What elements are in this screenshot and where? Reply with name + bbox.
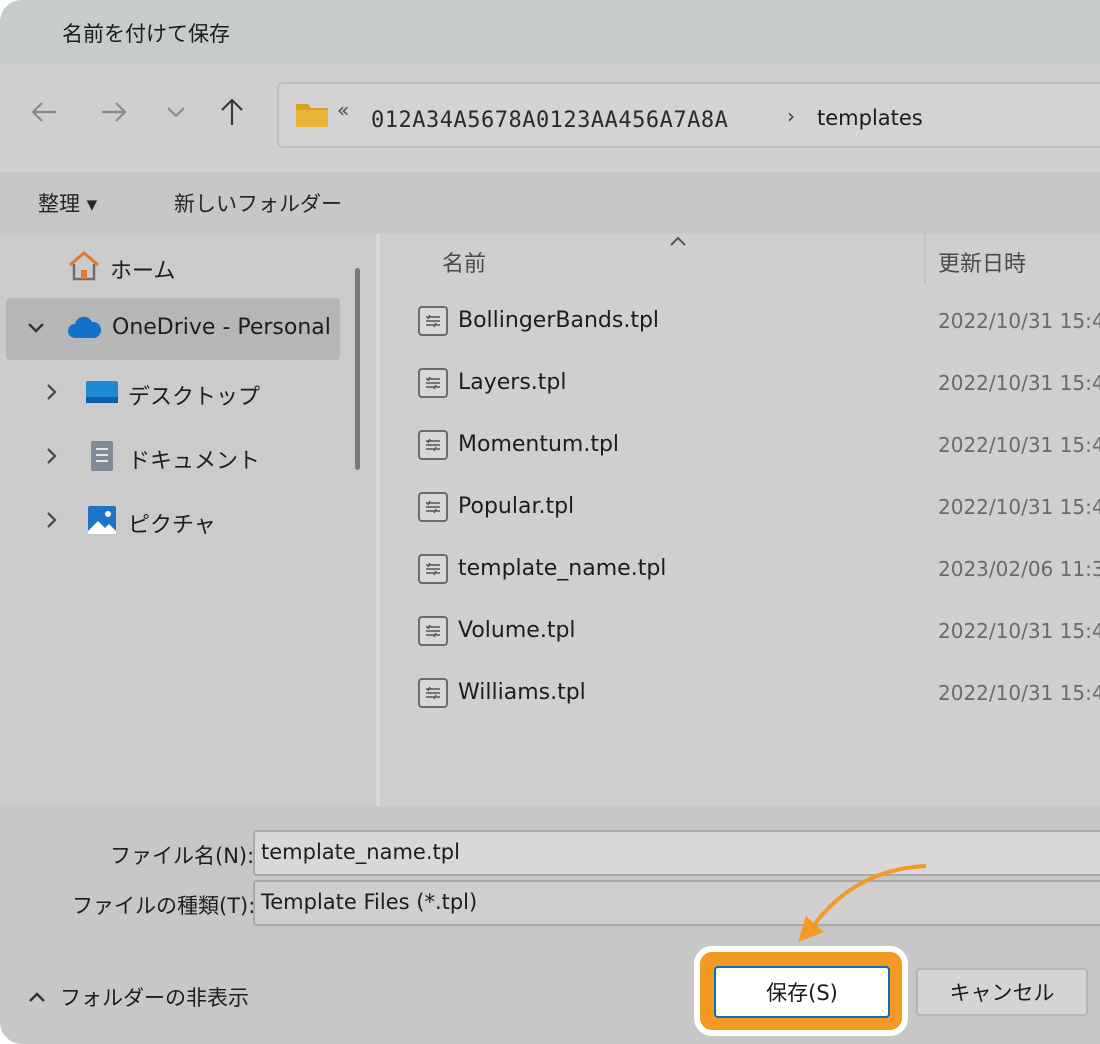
forward-arrow-icon[interactable] xyxy=(94,92,134,132)
filename-label: ファイル名(N): xyxy=(110,844,255,868)
navigation-pane: ホーム OneDrive - Personal デスクトップ ドキュメント ピク… xyxy=(0,234,376,806)
file-row[interactable]: Layers.tpl 2022/10/31 15:4 xyxy=(380,356,1100,418)
sidebar-scrollbar[interactable] xyxy=(355,268,360,470)
document-icon xyxy=(84,440,120,472)
file-date: 2023/02/06 11:3 xyxy=(938,557,1100,581)
file-row[interactable]: template_name.tpl 2023/02/06 11:3 xyxy=(380,542,1100,604)
sidebar-item-label: ピクチャ xyxy=(128,513,216,538)
breadcrumb-current[interactable]: templates xyxy=(817,106,923,130)
column-separator[interactable] xyxy=(924,234,926,284)
hide-folders-toggle[interactable]: フォルダーの非表示 xyxy=(28,982,249,1012)
chevron-right-icon[interactable] xyxy=(40,380,64,404)
breadcrumb-separator[interactable]: › xyxy=(787,104,795,128)
file-date: 2022/10/31 15:4 xyxy=(938,371,1100,395)
file-name: Williams.tpl xyxy=(458,680,586,705)
column-header-name[interactable]: 名前 xyxy=(442,246,486,278)
file-name: Layers.tpl xyxy=(458,370,567,395)
save-as-dialog: 名前を付けて保存 « 012A34A5678A0123AA456A7A8A › … xyxy=(0,0,1100,1044)
home-icon xyxy=(66,250,102,282)
file-row[interactable]: BollingerBands.tpl 2022/10/31 15:4 xyxy=(380,294,1100,356)
command-bar: 整理 ▾ 新しいフォルダー xyxy=(0,172,1100,234)
title-bar: 名前を付けて保存 xyxy=(0,0,1100,64)
cancel-button[interactable]: キャンセル xyxy=(916,968,1088,1016)
file-name: template_name.tpl xyxy=(458,556,667,581)
address-bar[interactable]: « 012A34A5678A0123AA456A7A8A › templates xyxy=(277,82,1100,148)
recent-locations-chevron-icon[interactable] xyxy=(156,92,196,132)
chevron-right-icon[interactable] xyxy=(40,444,64,468)
file-row[interactable]: Williams.tpl 2022/10/31 15:4 xyxy=(380,666,1100,728)
filetype-select[interactable]: Template Files (*.tpl) xyxy=(253,880,1100,926)
sidebar-item-label: ホーム xyxy=(110,259,176,284)
file-date: 2022/10/31 15:4 xyxy=(938,433,1100,457)
file-list: 名前 更新日時 BollingerBands.tpl 2022/10/31 15… xyxy=(380,234,1100,806)
template-file-icon xyxy=(418,430,448,460)
chevron-down-icon[interactable] xyxy=(24,316,48,340)
navigation-bar: « 012A34A5678A0123AA456A7A8A › templates xyxy=(0,64,1100,172)
file-row[interactable]: Volume.tpl 2022/10/31 15:4 xyxy=(380,604,1100,666)
back-arrow-icon[interactable] xyxy=(24,92,64,132)
file-name: Momentum.tpl xyxy=(458,432,620,457)
chevron-right-icon[interactable] xyxy=(40,508,64,532)
file-name: BollingerBands.tpl xyxy=(458,308,660,333)
sidebar-item-desktop[interactable]: デスクトップ xyxy=(6,362,340,424)
sidebar-item-onedrive[interactable]: OneDrive - Personal xyxy=(6,298,340,360)
sidebar-item-pictures[interactable]: ピクチャ xyxy=(6,490,340,552)
sidebar-item-home[interactable]: ホーム xyxy=(6,236,340,298)
filetype-label: ファイルの種類(T): xyxy=(72,894,256,918)
template-file-icon xyxy=(418,368,448,398)
up-arrow-icon[interactable] xyxy=(212,92,252,132)
sidebar-item-label: OneDrive - Personal xyxy=(112,315,331,340)
desktop-icon xyxy=(84,376,120,408)
file-name: Popular.tpl xyxy=(458,494,575,519)
window-title: 名前を付けて保存 xyxy=(62,22,230,46)
file-date: 2022/10/31 15:4 xyxy=(938,681,1100,705)
sidebar-item-label: ドキュメント xyxy=(128,449,261,474)
folder-icon xyxy=(295,100,329,132)
column-header-date[interactable]: 更新日時 xyxy=(938,246,1026,278)
sidebar-item-documents[interactable]: ドキュメント xyxy=(6,426,340,488)
chevron-up-icon xyxy=(29,992,45,1002)
file-date: 2022/10/31 15:4 xyxy=(938,495,1100,519)
breadcrumb-parent[interactable]: 012A34A5678A0123AA456A7A8A xyxy=(371,108,728,133)
picture-icon xyxy=(84,504,120,536)
file-date: 2022/10/31 15:4 xyxy=(938,309,1100,333)
sidebar-item-label: デスクトップ xyxy=(128,385,261,410)
hide-folders-label: フォルダーの非表示 xyxy=(60,986,249,1010)
new-folder-button[interactable]: 新しいフォルダー xyxy=(174,188,342,218)
file-row[interactable]: Momentum.tpl 2022/10/31 15:4 xyxy=(380,418,1100,480)
filename-input[interactable]: template_name.tpl xyxy=(253,830,1100,876)
template-file-icon xyxy=(418,306,448,336)
template-file-icon xyxy=(418,678,448,708)
organize-menu-button[interactable]: 整理 ▾ xyxy=(38,188,97,218)
file-name: Volume.tpl xyxy=(458,618,576,643)
template-file-icon xyxy=(418,554,448,584)
file-row[interactable]: Popular.tpl 2022/10/31 15:4 xyxy=(380,480,1100,542)
cloud-icon xyxy=(66,312,102,344)
file-date: 2022/10/31 15:4 xyxy=(938,619,1100,643)
template-file-icon xyxy=(418,492,448,522)
callout-arrow-icon xyxy=(798,864,927,942)
sort-ascending-icon xyxy=(670,236,686,246)
overflow-chevron[interactable]: « xyxy=(337,98,349,122)
template-file-icon xyxy=(418,616,448,646)
save-button[interactable]: 保存(S) xyxy=(714,966,890,1018)
